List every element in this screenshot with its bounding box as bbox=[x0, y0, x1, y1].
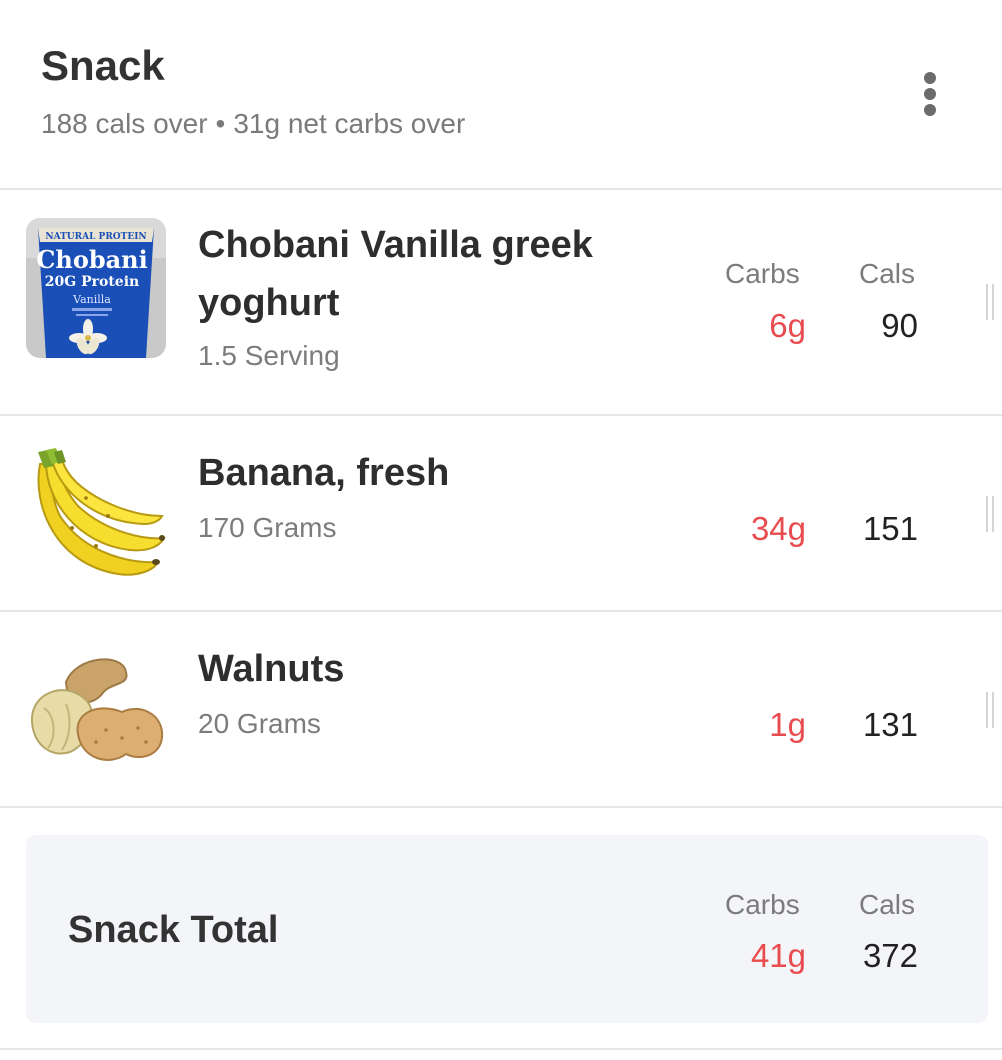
yogurt-cup-icon: NATURAL PROTEIN Chobani 20G Protein Vani… bbox=[26, 218, 166, 358]
carbs-column-label: Carbs bbox=[725, 258, 800, 289]
bottom-divider bbox=[0, 1048, 1002, 1050]
status-separator: • bbox=[215, 108, 226, 139]
cals-over-text: 188 cals over bbox=[41, 108, 208, 139]
food-serving: 20 Grams bbox=[198, 708, 321, 739]
cals-value: 90 bbox=[881, 307, 918, 344]
food-name: Walnuts bbox=[198, 648, 345, 690]
drag-handle[interactable] bbox=[986, 284, 994, 320]
cup-text-flavor: Vanilla bbox=[72, 293, 111, 306]
cals-column-label: Cals bbox=[859, 889, 916, 920]
cals-column-label: Cals bbox=[859, 258, 916, 289]
more-dot bbox=[924, 104, 936, 116]
drag-handle[interactable] bbox=[986, 692, 994, 728]
meal-title: Snack bbox=[41, 42, 165, 89]
total-title: Snack Total bbox=[68, 909, 279, 951]
cals-value: 131 bbox=[862, 706, 918, 743]
food-row-banana[interactable]: Banana, fresh 170 Grams 34g 151 bbox=[0, 416, 1002, 612]
more-options-icon[interactable] bbox=[910, 68, 950, 120]
food-serving: 1.5 Serving bbox=[198, 340, 340, 371]
carbs-value: 6g bbox=[769, 307, 806, 344]
food-name: Chobani Vanilla greek yoghurt bbox=[198, 224, 593, 324]
food-row-chobani[interactable]: NATURAL PROTEIN Chobani 20G Protein Vani… bbox=[0, 190, 1002, 416]
cals-value: 151 bbox=[862, 510, 918, 547]
carbs-column-label: Carbs bbox=[725, 889, 800, 920]
meal-header: Snack 188 cals over • 31g net carbs over bbox=[0, 0, 1002, 190]
snack-card: Snack 188 cals over•31g net carbs over bbox=[0, 0, 1002, 1060]
total-cals-value: 372 bbox=[862, 937, 918, 974]
banana-icon bbox=[26, 446, 166, 586]
nuts-icon bbox=[26, 642, 166, 782]
total-carbs-value: 41g bbox=[750, 937, 806, 974]
drag-handle[interactable] bbox=[986, 496, 994, 532]
food-name: Banana, fresh bbox=[198, 452, 450, 494]
meal-status: 188 cals over • 31g net carbs over bbox=[41, 108, 465, 140]
cup-text-protein: 20G Protein bbox=[45, 274, 139, 290]
cup-text-natural-protein: NATURAL PROTEIN bbox=[45, 232, 146, 242]
cup-text-brand: Chobani bbox=[36, 245, 147, 274]
food-serving: 170 Grams bbox=[198, 512, 337, 543]
food-row-walnuts[interactable]: Walnuts 20 Grams 1g 131 bbox=[0, 612, 1002, 808]
more-dot bbox=[924, 72, 936, 84]
carbs-value: 1g bbox=[769, 706, 806, 743]
carbs-value: 34g bbox=[750, 510, 806, 547]
more-dot bbox=[924, 88, 936, 100]
snack-total-box: Snack Total Carbs Cals 41g 372 bbox=[26, 835, 988, 1023]
carbs-over-text: 31g net carbs over bbox=[233, 108, 466, 139]
